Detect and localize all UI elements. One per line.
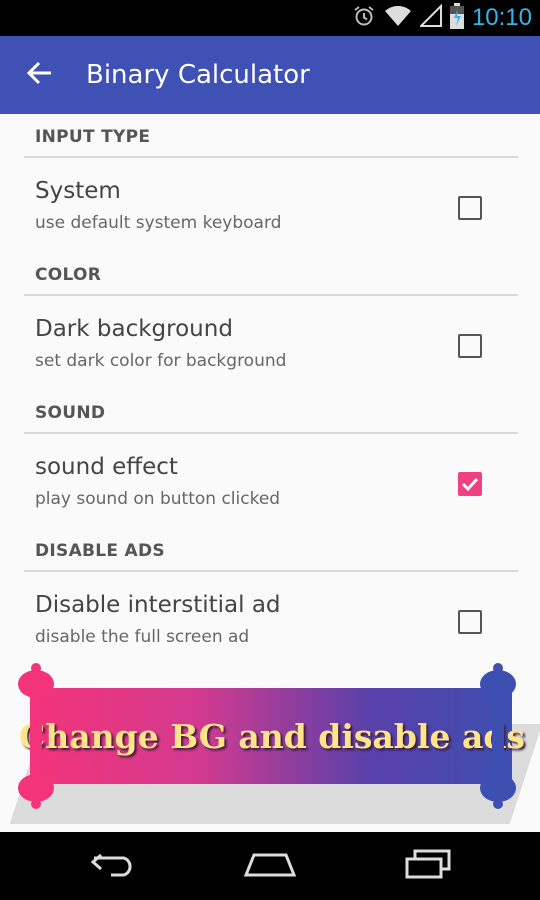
divider — [24, 156, 518, 158]
sound-effect-checkbox[interactable] — [458, 472, 482, 496]
banner-text: Change BG and disable ads — [19, 716, 526, 756]
arrow-back-icon — [25, 59, 53, 91]
pref-title: Dark background — [35, 316, 233, 342]
wifi-icon — [384, 4, 412, 32]
section-header-input-type: INPUT TYPE — [35, 127, 151, 147]
banner-left-scroll-end — [16, 662, 56, 810]
section-header-disable-ads: DISABLE ADS — [35, 541, 165, 561]
pref-title: sound effect — [35, 454, 178, 480]
app-bar: Binary Calculator — [0, 36, 540, 114]
system-checkbox[interactable] — [458, 196, 482, 220]
pref-summary: disable the full screen ad — [35, 627, 250, 647]
nav-recents-button[interactable] — [398, 846, 458, 886]
pref-row-dark-background[interactable]: Dark background set dark color for backg… — [0, 304, 540, 386]
status-time: 10:10 — [471, 4, 532, 31]
checkmark-icon — [461, 477, 479, 492]
banner-right-scroll-end — [478, 662, 518, 810]
pref-summary: play sound on button clicked — [35, 489, 281, 509]
status-icons: 10:10 — [352, 0, 532, 36]
settings-list[interactable]: INPUT TYPE System use default system key… — [0, 114, 540, 832]
promo-banner: Change BG and disable ads — [19, 688, 525, 784]
back-nav-icon — [87, 849, 137, 883]
recents-nav-icon — [403, 849, 453, 883]
alarm-icon — [352, 4, 376, 32]
dark-background-checkbox[interactable] — [458, 334, 482, 358]
back-button[interactable] — [18, 55, 60, 95]
page-title: Binary Calculator — [86, 60, 310, 90]
nav-back-button[interactable] — [82, 846, 142, 886]
divider — [24, 432, 518, 434]
cell-signal-icon — [418, 3, 442, 32]
home-nav-icon — [242, 849, 298, 883]
divider — [24, 570, 518, 572]
pref-title: System — [35, 178, 121, 204]
pref-summary: set dark color for background — [35, 351, 287, 371]
disable-interstitial-ad-checkbox[interactable] — [458, 610, 482, 634]
battery-charging-icon — [449, 3, 464, 33]
pref-row-sound-effect[interactable]: sound effect play sound on button clicke… — [0, 442, 540, 524]
pref-summary: use default system keyboard — [35, 213, 282, 233]
pref-title: Disable interstitial ad — [35, 592, 281, 618]
divider — [24, 294, 518, 296]
section-header-sound: SOUND — [35, 403, 106, 423]
pref-row-system[interactable]: System use default system keyboard — [0, 166, 540, 248]
nav-home-button[interactable] — [240, 846, 300, 886]
status-bar: 10:10 — [0, 0, 540, 36]
pref-row-disable-interstitial-ad[interactable]: Disable interstitial ad disable the full… — [0, 580, 540, 662]
section-header-color: COLOR — [35, 265, 102, 285]
navigation-bar — [0, 832, 540, 900]
